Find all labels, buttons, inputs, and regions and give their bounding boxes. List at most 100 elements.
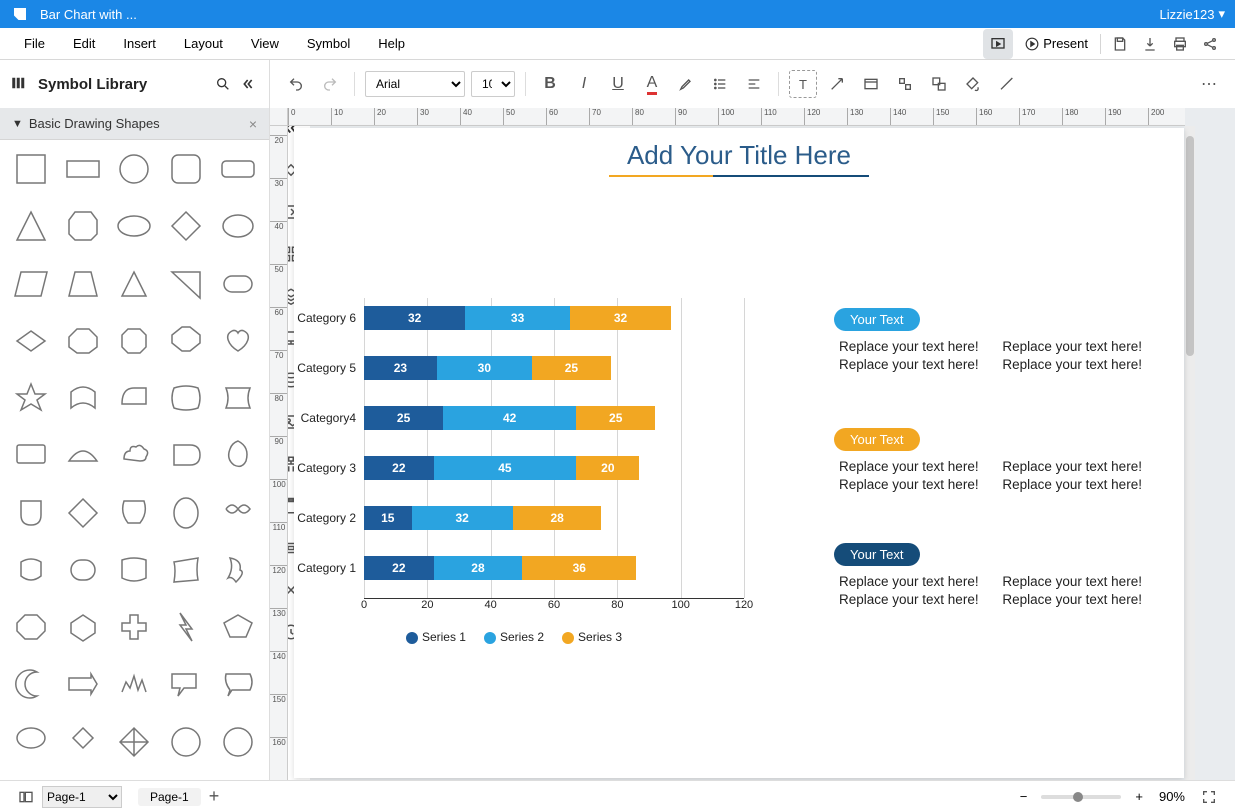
shape-item[interactable] — [8, 263, 54, 305]
shape-item[interactable] — [215, 434, 261, 476]
outline-view-icon[interactable] — [10, 781, 42, 812]
align-button[interactable] — [740, 70, 768, 98]
font-select[interactable]: Arial — [365, 71, 465, 97]
menu-edit[interactable]: Edit — [59, 28, 109, 59]
shape-item[interactable] — [112, 549, 158, 591]
shape-item[interactable] — [60, 663, 106, 705]
page[interactable]: Add Your Title Here Category 6323332Cate… — [294, 128, 1184, 778]
shape-item[interactable] — [163, 148, 209, 190]
shape-item[interactable] — [112, 663, 158, 705]
menu-layout[interactable]: Layout — [170, 28, 237, 59]
shape-item[interactable] — [60, 205, 106, 247]
menu-help[interactable]: Help — [364, 28, 419, 59]
bar-segment[interactable]: 22 — [364, 456, 434, 480]
shape-item[interactable] — [215, 377, 261, 419]
bar-segment[interactable]: 15 — [364, 506, 412, 530]
shape-item[interactable] — [60, 148, 106, 190]
shape-item[interactable] — [112, 606, 158, 648]
bar-segment[interactable]: 28 — [513, 506, 602, 530]
shape-item[interactable] — [163, 549, 209, 591]
bar-segment[interactable]: 32 — [364, 306, 465, 330]
bar-segment[interactable]: 32 — [570, 306, 671, 330]
italic-button[interactable]: I — [570, 70, 598, 98]
shape-item[interactable] — [163, 320, 209, 362]
fill-button[interactable] — [959, 70, 987, 98]
bar-segment[interactable]: 20 — [576, 456, 639, 480]
shape-item[interactable] — [8, 663, 54, 705]
align-objects-button[interactable] — [891, 70, 919, 98]
zoom-out-button[interactable]: − — [1012, 781, 1036, 812]
slideshow-icon[interactable] — [983, 29, 1013, 59]
bar-segment[interactable]: 25 — [576, 406, 655, 430]
menu-file[interactable]: File — [10, 28, 59, 59]
shape-item[interactable] — [215, 148, 261, 190]
pill-3[interactable]: Your Text — [834, 543, 920, 566]
shape-item[interactable] — [215, 320, 261, 362]
legend-item[interactable]: Series 2 — [484, 630, 544, 644]
shape-item[interactable] — [215, 492, 261, 534]
shape-item[interactable] — [163, 263, 209, 305]
shape-item[interactable] — [163, 663, 209, 705]
shape-item[interactable] — [163, 434, 209, 476]
shape-item[interactable] — [8, 205, 54, 247]
shape-item[interactable] — [163, 492, 209, 534]
shape-item[interactable] — [60, 434, 106, 476]
shape-item[interactable] — [60, 263, 106, 305]
shape-item[interactable] — [8, 320, 54, 362]
underline-button[interactable]: U — [604, 70, 632, 98]
bar-segment[interactable]: 25 — [364, 406, 443, 430]
menu-view[interactable]: View — [237, 28, 293, 59]
shape-item[interactable] — [8, 721, 54, 763]
menu-symbol[interactable]: Symbol — [293, 28, 364, 59]
save-icon[interactable] — [1105, 29, 1135, 59]
download-icon[interactable] — [1135, 29, 1165, 59]
bullets-button[interactable] — [706, 70, 734, 98]
shape-item[interactable] — [112, 205, 158, 247]
legend-item[interactable]: Series 3 — [562, 630, 622, 644]
page-tab[interactable]: Page-1 — [138, 788, 201, 806]
add-page-button[interactable]: + — [201, 781, 228, 812]
user-menu[interactable]: Lizzie123 ▾ — [1160, 6, 1225, 22]
bar-segment[interactable]: 25 — [532, 356, 611, 380]
bar-segment[interactable]: 30 — [437, 356, 532, 380]
shape-item[interactable] — [112, 263, 158, 305]
bar-chart[interactable]: Category 6323332Category 5233025Category… — [274, 298, 754, 644]
shape-item[interactable] — [112, 721, 158, 763]
page-select[interactable]: Page-1 — [42, 786, 122, 808]
scrollbar-thumb[interactable] — [1186, 136, 1194, 356]
shape-item[interactable] — [215, 663, 261, 705]
bar-segment[interactable]: 45 — [434, 456, 577, 480]
scrollbar-vertical[interactable] — [1185, 126, 1195, 780]
line-style-button[interactable] — [993, 70, 1021, 98]
shape-item[interactable] — [8, 606, 54, 648]
shape-item[interactable] — [215, 606, 261, 648]
text-box-button[interactable]: T — [789, 70, 817, 98]
group-button[interactable] — [925, 70, 953, 98]
search-icon[interactable] — [211, 72, 235, 96]
shape-item[interactable] — [112, 148, 158, 190]
text-block-1[interactable]: Replace your text here!Replace your text… — [839, 338, 1162, 374]
shape-item[interactable] — [8, 492, 54, 534]
legend-item[interactable]: Series 1 — [406, 630, 466, 644]
shape-item[interactable] — [8, 148, 54, 190]
text-block-3[interactable]: Replace your text here!Replace your text… — [839, 573, 1162, 609]
shape-item[interactable] — [112, 377, 158, 419]
bar-segment[interactable]: 23 — [364, 356, 437, 380]
shape-item[interactable] — [60, 492, 106, 534]
shape-item[interactable] — [112, 434, 158, 476]
shape-item[interactable] — [215, 263, 261, 305]
shape-item[interactable] — [60, 320, 106, 362]
bar-segment[interactable]: 42 — [443, 406, 576, 430]
undo-button[interactable] — [282, 70, 310, 98]
zoom-value[interactable]: 90% — [1151, 781, 1193, 812]
page-title[interactable]: Add Your Title Here — [294, 140, 1184, 171]
shape-item[interactable] — [60, 606, 106, 648]
pill-1[interactable]: Your Text — [834, 308, 920, 331]
bar-segment[interactable]: 33 — [465, 306, 570, 330]
more-button[interactable]: ⋯ — [1195, 70, 1223, 98]
fullscreen-icon[interactable] — [1193, 781, 1225, 812]
menu-insert[interactable]: Insert — [109, 28, 170, 59]
zoom-slider[interactable] — [1041, 795, 1121, 799]
shape-item[interactable] — [163, 721, 209, 763]
highlight-button[interactable] — [672, 70, 700, 98]
